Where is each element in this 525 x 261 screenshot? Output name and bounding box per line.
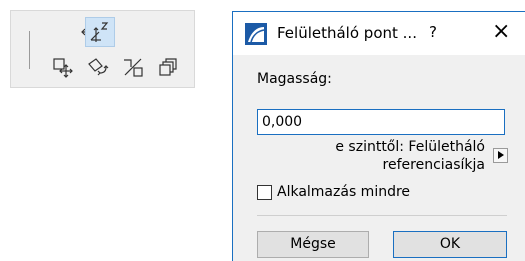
divider bbox=[257, 215, 507, 216]
dialog: Felületháló pont ... ? × Magasság: e szi… bbox=[232, 11, 525, 261]
toolbar-grip[interactable] bbox=[29, 31, 30, 69]
reference-line-2: referenciasíkja bbox=[382, 157, 485, 173]
ok-button[interactable]: OK bbox=[393, 231, 507, 258]
multiply-icon[interactable] bbox=[154, 52, 184, 82]
height-label: Magasság: bbox=[257, 71, 332, 87]
dialog-titlebar[interactable]: Felületháló pont ... ? × bbox=[233, 12, 525, 55]
drag-copy-icon[interactable] bbox=[48, 52, 78, 82]
close-button[interactable]: × bbox=[492, 17, 510, 47]
apply-all-label: Alkalmazás mindre bbox=[277, 184, 411, 200]
toolbar bbox=[10, 10, 195, 88]
reference-line-1: e szinttől: Felületháló bbox=[335, 139, 485, 155]
reference-arrow-button[interactable] bbox=[493, 148, 508, 163]
help-button[interactable]: ? bbox=[429, 23, 437, 41]
elevate-z-icon[interactable] bbox=[85, 17, 115, 47]
cancel-button[interactable]: Mégse bbox=[257, 231, 369, 258]
apply-all-checkbox[interactable] bbox=[257, 185, 272, 200]
rotate-copy-icon[interactable] bbox=[83, 52, 113, 82]
dialog-title: Felületháló pont ... bbox=[277, 24, 417, 42]
split-icon[interactable] bbox=[118, 52, 148, 82]
reference-label: e szinttől: Felületháló referenciasíkja bbox=[313, 138, 485, 174]
height-input[interactable] bbox=[257, 109, 505, 135]
app-icon bbox=[245, 23, 267, 45]
